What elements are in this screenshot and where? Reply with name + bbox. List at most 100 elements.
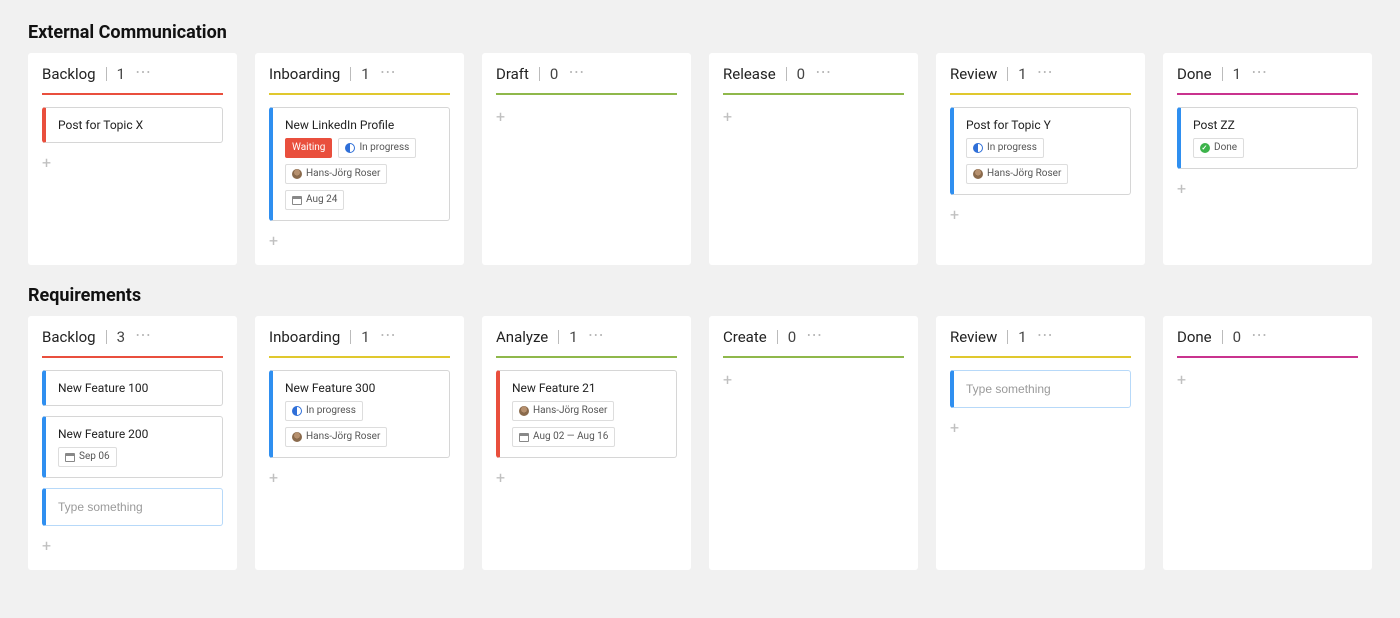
ellipsis-icon[interactable]: ⋯ <box>568 64 585 80</box>
add-card-button[interactable]: + <box>950 418 1131 438</box>
card[interactable]: New Feature 200 Sep 06 <box>42 416 223 478</box>
new-card-input-wrap[interactable] <box>42 488 223 526</box>
column-count: 1 <box>1233 65 1241 83</box>
column-header: Inboarding 1 ⋯ <box>269 65 450 83</box>
separator <box>777 330 778 344</box>
ellipsis-icon[interactable]: ⋯ <box>380 64 397 80</box>
add-card-button[interactable]: + <box>496 468 677 488</box>
column-count: 0 <box>788 328 796 346</box>
progress-icon <box>973 143 983 153</box>
status-tag-done[interactable]: Done <box>1193 138 1244 158</box>
column-count: 3 <box>117 328 125 346</box>
column-name: Inboarding <box>269 65 340 83</box>
card[interactable]: New Feature 21 Hans-Jörg Roser Aug 02 — Au… <box>496 370 677 458</box>
card-title: Post for Topic X <box>58 118 210 132</box>
column-header: Review1⋯ <box>950 65 1131 83</box>
ellipsis-icon[interactable]: ⋯ <box>1037 327 1054 343</box>
ellipsis-icon[interactable]: ⋯ <box>135 327 152 343</box>
ellipsis-icon[interactable]: ⋯ <box>1251 64 1268 80</box>
kanban-column: Inboarding1⋯New Feature 300In progressHa… <box>255 316 464 570</box>
separator <box>786 67 787 81</box>
add-card-button[interactable]: + <box>269 468 450 488</box>
status-tag-in-progress[interactable]: In progress <box>966 138 1044 158</box>
separator <box>539 67 540 81</box>
ellipsis-icon[interactable]: ⋯ <box>380 327 397 343</box>
column-name: Analyze <box>496 328 548 346</box>
kanban-column: Done 1 ⋯ Post ZZ Done + <box>1163 53 1372 265</box>
ellipsis-icon[interactable]: ⋯ <box>1251 327 1268 343</box>
column-header: Backlog3⋯ <box>42 328 223 346</box>
card-tags: Done <box>1193 138 1345 158</box>
separator <box>1222 330 1223 344</box>
ellipsis-icon[interactable]: ⋯ <box>1037 64 1054 80</box>
date-tag[interactable]: Aug 24 <box>285 190 344 210</box>
assignee-tag[interactable]: Hans-Jörg Roser <box>512 401 614 421</box>
ellipsis-icon[interactable]: ⋯ <box>815 64 832 80</box>
new-card-input-wrap[interactable] <box>950 370 1131 408</box>
column-name: Review <box>950 65 997 83</box>
card[interactable]: New Feature 100 <box>42 370 223 406</box>
add-card-button[interactable]: + <box>42 153 223 173</box>
add-card-button[interactable]: + <box>269 231 450 251</box>
column-underline <box>950 356 1131 358</box>
column-underline <box>496 356 677 358</box>
column-count: 1 <box>1018 328 1026 346</box>
add-card-button[interactable]: + <box>723 107 904 127</box>
add-card-button[interactable]: + <box>496 107 677 127</box>
column-underline <box>1177 93 1358 95</box>
assignee-tag[interactable]: Hans-Jörg Roser <box>285 164 387 184</box>
ellipsis-icon[interactable]: ⋯ <box>135 64 152 80</box>
ellipsis-icon[interactable]: ⋯ <box>588 327 605 343</box>
kanban-column: Backlog1⋯Post for Topic X+ <box>28 53 237 265</box>
tag-text: Hans-Jörg Roser <box>306 429 380 445</box>
progress-icon <box>345 143 355 153</box>
column-name: Release <box>723 65 776 83</box>
column-underline <box>950 93 1131 95</box>
column-name: Create <box>723 328 767 346</box>
card-tags: Waiting In progress Hans-Jörg Roser Aug 24 <box>285 138 437 210</box>
add-card-button[interactable]: + <box>42 536 223 556</box>
date-tag[interactable]: Sep 06 <box>58 447 117 467</box>
tag-text: Hans-Jörg Roser <box>306 166 380 182</box>
add-card-button[interactable]: + <box>1177 179 1358 199</box>
column-count: 1 <box>361 65 369 83</box>
kanban-column: Analyze1⋯New Feature 21Hans-Jörg RoserAu… <box>482 316 691 570</box>
column-underline <box>42 93 223 95</box>
kanban-column: Backlog3⋯New Feature 100New Feature 200S… <box>28 316 237 570</box>
add-card-button[interactable]: + <box>1177 370 1358 390</box>
status-tag-waiting[interactable]: Waiting <box>285 138 332 158</box>
avatar-icon <box>292 432 302 442</box>
add-card-button[interactable]: + <box>950 205 1131 225</box>
tag-text: In progress <box>306 403 356 419</box>
card[interactable]: New LinkedIn Profile Waiting In progress Ha… <box>269 107 450 221</box>
card[interactable]: New Feature 300 In progress Hans-Jörg Rose… <box>269 370 450 458</box>
card[interactable]: Post for Topic X <box>42 107 223 143</box>
status-tag-in-progress[interactable]: In progress <box>285 401 363 421</box>
progress-icon <box>292 406 302 416</box>
card-title: Post ZZ <box>1193 118 1345 132</box>
card-title: New Feature 200 <box>58 427 210 441</box>
card-title: New LinkedIn Profile <box>285 118 437 132</box>
tag-text: Hans-Jörg Roser <box>533 403 607 419</box>
tag-text: Aug 02 — Aug 16 <box>533 429 608 445</box>
calendar-icon <box>65 453 75 462</box>
card-title: New Feature 21 <box>512 381 664 395</box>
new-card-input[interactable] <box>58 500 210 514</box>
new-card-input[interactable] <box>966 382 1118 396</box>
separator <box>1222 67 1223 81</box>
ellipsis-icon[interactable]: ⋯ <box>806 327 823 343</box>
avatar-icon <box>292 169 302 179</box>
avatar-icon <box>519 406 529 416</box>
column-header: Done1⋯ <box>1177 65 1358 83</box>
kanban-column: Release0⋯+ <box>709 53 918 265</box>
date-tag[interactable]: Aug 02 — Aug 16 <box>512 427 615 447</box>
status-tag-in-progress[interactable]: In progress <box>338 138 416 158</box>
assignee-tag[interactable]: Hans-Jörg Roser <box>285 427 387 447</box>
card-title: New Feature 300 <box>285 381 437 395</box>
add-card-button[interactable]: + <box>723 370 904 390</box>
column-underline <box>723 93 904 95</box>
assignee-tag[interactable]: Hans-Jörg Roser <box>966 164 1068 184</box>
card[interactable]: Post for Topic YIn progressHans-Jörg Ros… <box>950 107 1131 195</box>
card-tags: In progress Hans-Jörg Roser <box>285 401 437 447</box>
card[interactable]: Post ZZ Done <box>1177 107 1358 169</box>
